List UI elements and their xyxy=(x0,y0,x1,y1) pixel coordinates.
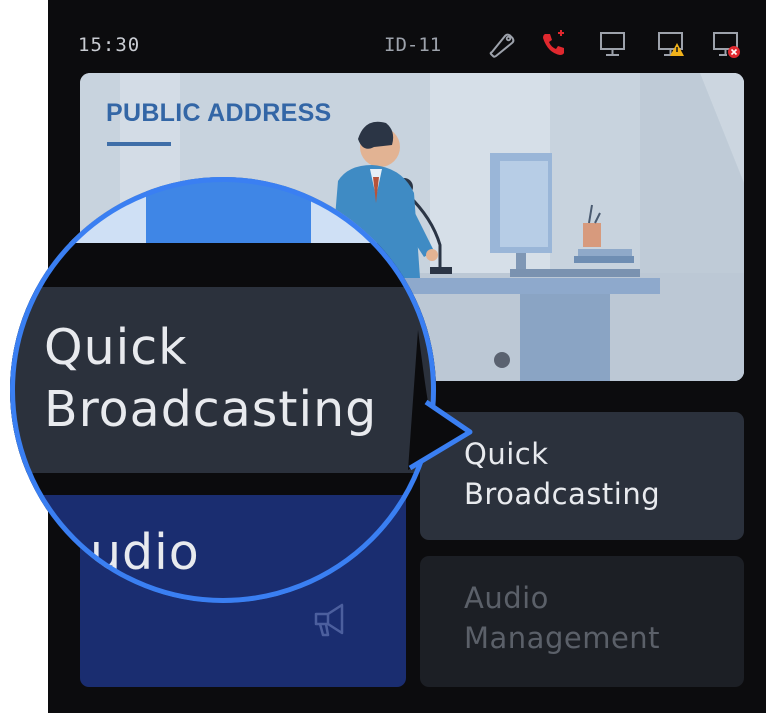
monitor-icon xyxy=(597,28,629,60)
tag-icon xyxy=(486,28,518,60)
status-bar: 15:30 ID-11 xyxy=(48,0,766,72)
magnifier-banner-accent xyxy=(146,177,311,243)
audio-management-label: Audio Management xyxy=(464,581,661,655)
magnifier-label-secondary: udio xyxy=(90,524,200,581)
quick-broadcasting-button[interactable]: Quick Broadcasting xyxy=(420,412,744,540)
magnifier-label-primary: Quick Broadcasting xyxy=(44,319,378,438)
monitor-warning-icon xyxy=(655,28,687,60)
carousel-indicator[interactable] xyxy=(494,352,510,368)
clock: 15:30 xyxy=(78,34,141,56)
audio-management-button[interactable]: Audio Management xyxy=(420,556,744,687)
device-id: ID-11 xyxy=(384,34,442,56)
magnifier-main-tile-panel xyxy=(10,495,436,603)
quick-broadcasting-label: Quick Broadcasting xyxy=(464,437,661,511)
phone-alert-icon xyxy=(538,28,570,60)
banner-title-underline xyxy=(107,142,171,146)
magnifier-callout: Quick Broadcasting udio xyxy=(10,177,436,603)
megaphone-icon xyxy=(314,603,344,637)
banner-title: PUBLIC ADDRESS xyxy=(106,99,332,127)
monitor-error-icon xyxy=(710,28,742,60)
